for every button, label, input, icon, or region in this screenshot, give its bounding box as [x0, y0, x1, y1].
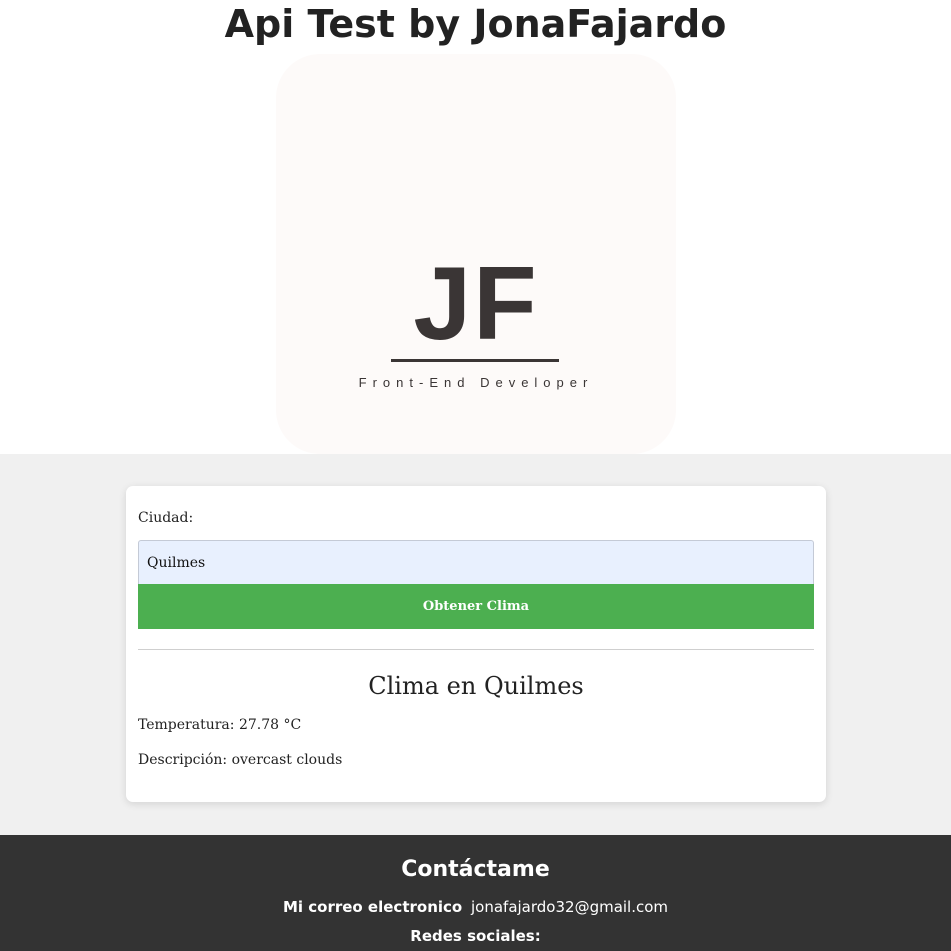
footer: Contáctame Mi correo electronico jonafaj… — [0, 835, 951, 951]
email-label: Mi correo electronico — [282, 898, 463, 916]
weather-card: Ciudad: Obtener Clima Clima en Quilmes T… — [126, 486, 826, 802]
logo-subtitle: Front-End Developer — [358, 375, 594, 390]
email-line: Mi correo electronico jonafajardo32@gmai… — [0, 898, 951, 916]
logo-mark: JF — [413, 246, 539, 362]
main-section: Ciudad: Obtener Clima Clima en Quilmes T… — [0, 454, 951, 835]
temperature-text: Temperatura: 27.78 °C — [138, 717, 302, 733]
description-text: Descripción: overcast clouds — [138, 752, 343, 768]
weather-title: Clima en Quilmes — [368, 672, 584, 700]
city-label: Ciudad: — [138, 510, 194, 526]
social-label: Redes sociales: — [410, 927, 541, 945]
get-weather-button[interactable]: Obtener Clima — [138, 584, 814, 629]
email-link[interactable]: jonafajardo32@gmail.com — [471, 898, 668, 916]
header-section: Api Test by JonaFajardo JF Front-End Dev… — [0, 0, 951, 454]
city-input[interactable] — [138, 540, 814, 584]
logo-underline — [391, 359, 559, 362]
page-title: Api Test by JonaFajardo — [224, 2, 727, 46]
contact-title: Contáctame — [401, 857, 550, 882]
jf-logo-image: JF Front-End Developer — [276, 54, 676, 454]
divider — [138, 649, 814, 650]
